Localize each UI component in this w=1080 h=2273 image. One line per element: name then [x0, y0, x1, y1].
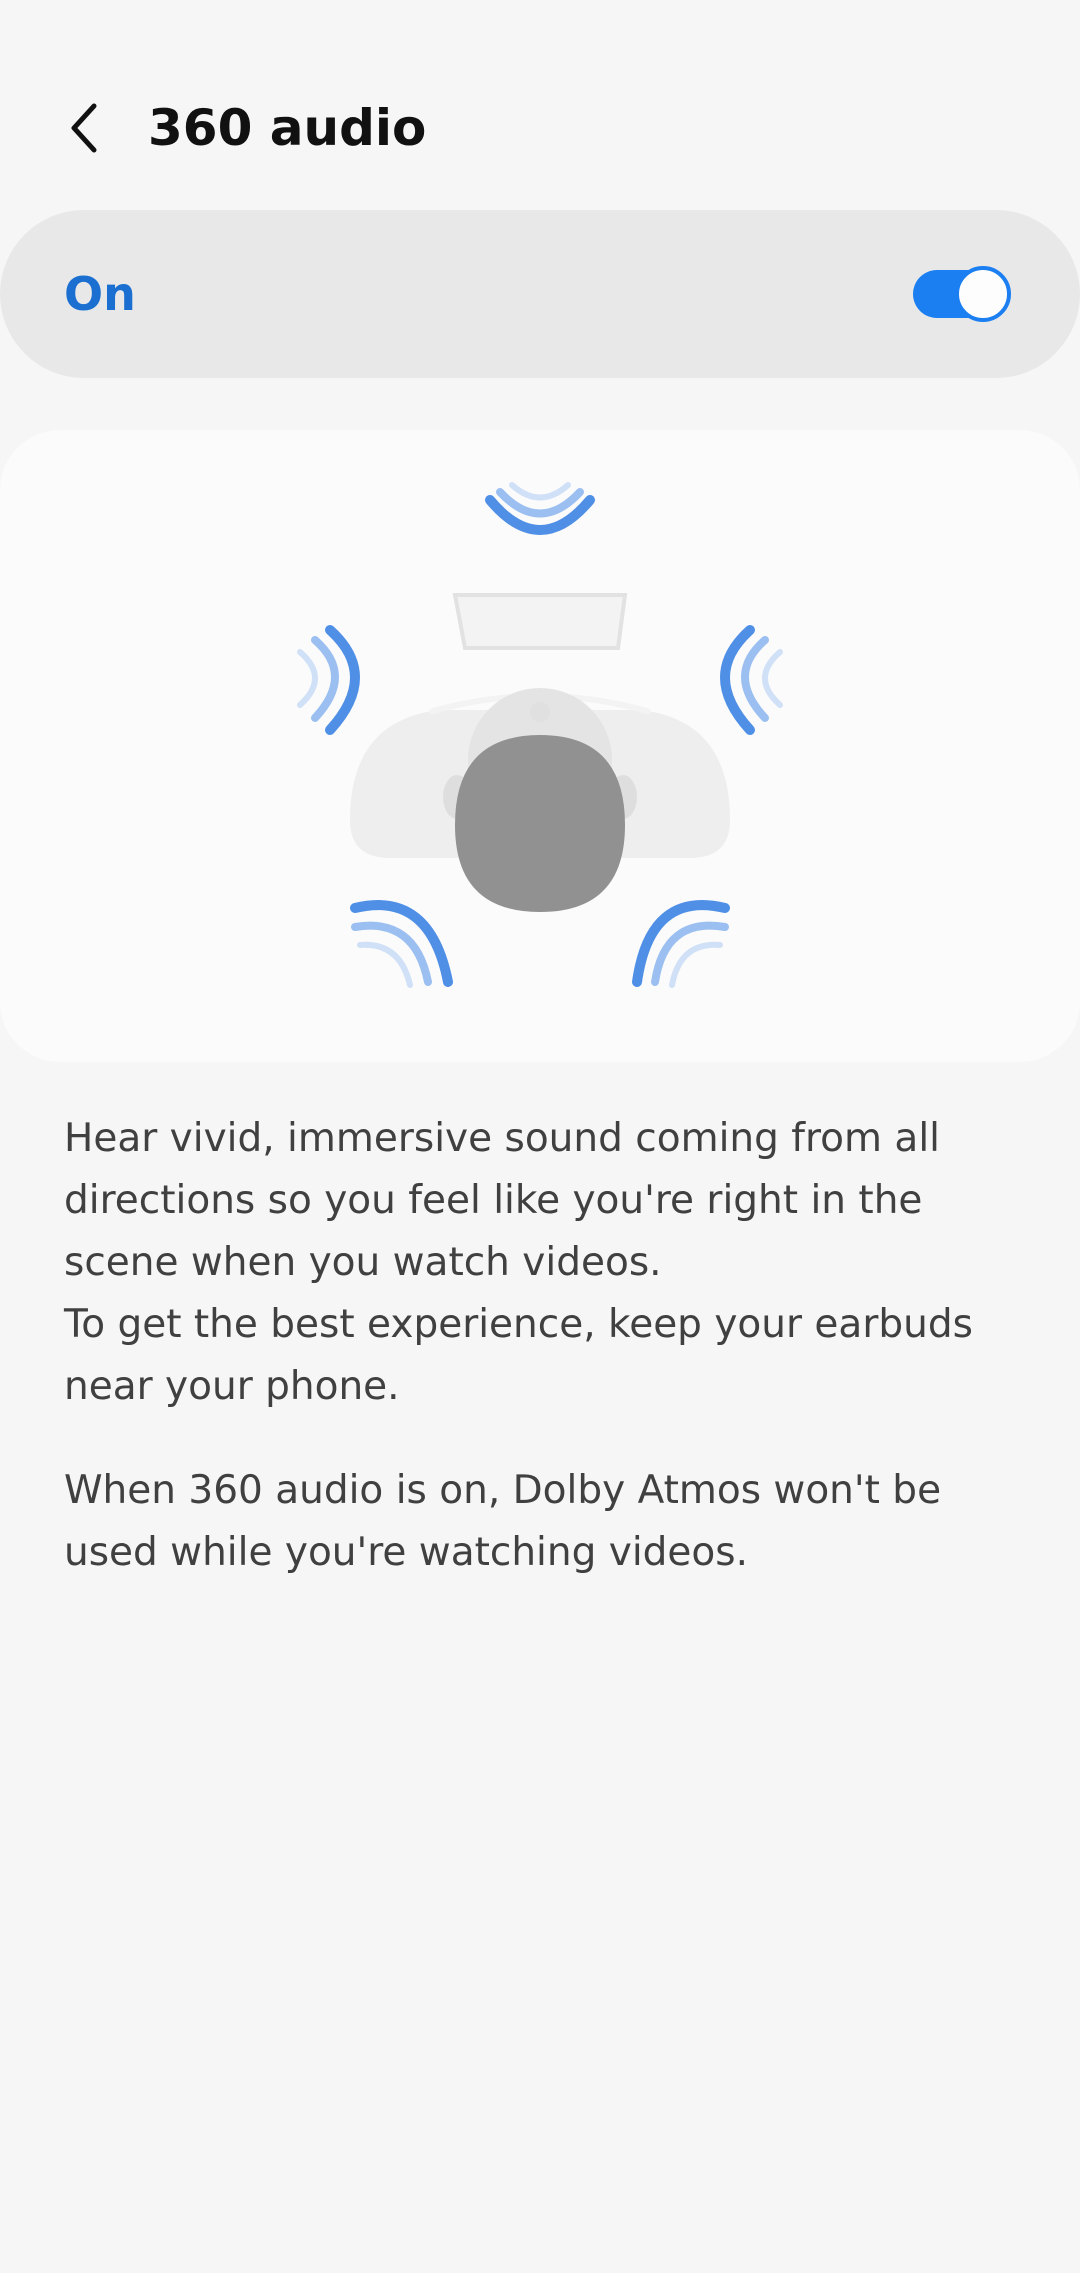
back-button[interactable] [48, 88, 120, 168]
toggle-label: On [64, 267, 136, 321]
description-paragraph-1: Hear vivid, immersive sound coming from … [64, 1108, 1024, 1418]
page-title: 360 audio [148, 99, 427, 157]
wave-left [297, 625, 360, 735]
description-text-2: To get the best experience, keep your ea… [64, 1302, 973, 1409]
app-bar: 360 audio [0, 0, 1080, 210]
wave-top [485, 482, 595, 535]
toggle-switch[interactable] [913, 264, 1011, 324]
chevron-left-icon [71, 103, 97, 153]
illustration-card [0, 430, 1080, 1062]
description-text-1: Hear vivid, immersive sound coming from … [64, 1116, 940, 1285]
wave-bottom-right [632, 900, 730, 988]
spatial-audio-head-icon [297, 482, 783, 988]
switch-knob [955, 266, 1011, 322]
description-text-3: When 360 audio is on, Dolby Atmos won't … [64, 1468, 942, 1575]
description-paragraph-2: When 360 audio is on, Dolby Atmos won't … [64, 1460, 1024, 1584]
wave-right [720, 625, 783, 735]
wave-bottom-left [350, 900, 453, 988]
